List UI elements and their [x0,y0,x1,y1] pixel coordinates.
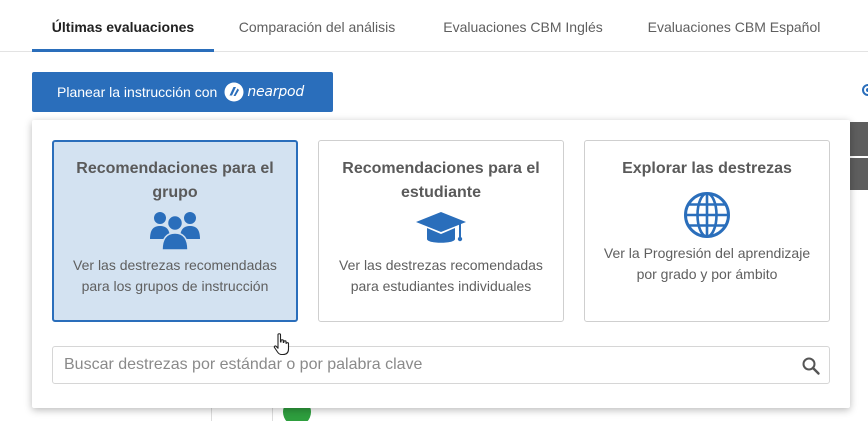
group-recommendations-card[interactable]: Recomendaciones para el grupo Ver las de… [52,140,298,322]
tab-ultimas-evaluaciones[interactable]: Últimas evaluaciones [32,0,214,52]
tab-evaluaciones-cbm-ingles[interactable]: Evaluaciones CBM Inglés [428,0,618,51]
planning-dropdown-panel: Recomendaciones para el grupo Ver las de… [32,120,850,408]
tab-evaluaciones-cbm-espanol[interactable]: Evaluaciones CBM Español [636,0,832,51]
nearpod-wordmark: nearpod [247,84,305,100]
card-description: Ver las destrezas recomendadas para los … [73,257,277,294]
card-title: Recomendaciones para el estudiante [342,160,540,201]
graduation-cap-icon [416,212,466,243]
explore-skills-card[interactable]: Explorar las destrezas Ver la Progresión… [584,140,830,322]
nearpod-mark-icon [224,82,244,102]
student-recommendations-card[interactable]: Recomendaciones para el estudiante Ver l… [318,140,564,322]
skills-search-box [52,346,830,384]
card-description: Ver la Progresión del aprendizaje por gr… [603,245,811,282]
plan-instruction-label: Planear la instrucción con [57,84,218,100]
group-icon [150,212,200,251]
card-title: Explorar las destrezas [622,160,792,177]
skills-search-input[interactable] [53,347,793,383]
plan-instruction-nearpod-button[interactable]: Planear la instrucción con nearpod [32,72,333,112]
search-icon[interactable] [801,356,821,376]
tab-comparacion-analisis[interactable]: Comparación del análisis [222,0,412,51]
card-title: Recomendaciones para el grupo [76,160,274,201]
card-description: Ver las destrezas recomendadas para estu… [339,257,543,294]
tab-bar: Últimas evaluaciones Comparación del aná… [0,0,868,52]
nearpod-logo: nearpod [224,82,304,102]
settings-gear-icon[interactable] [858,80,868,100]
globe-icon [684,192,730,238]
